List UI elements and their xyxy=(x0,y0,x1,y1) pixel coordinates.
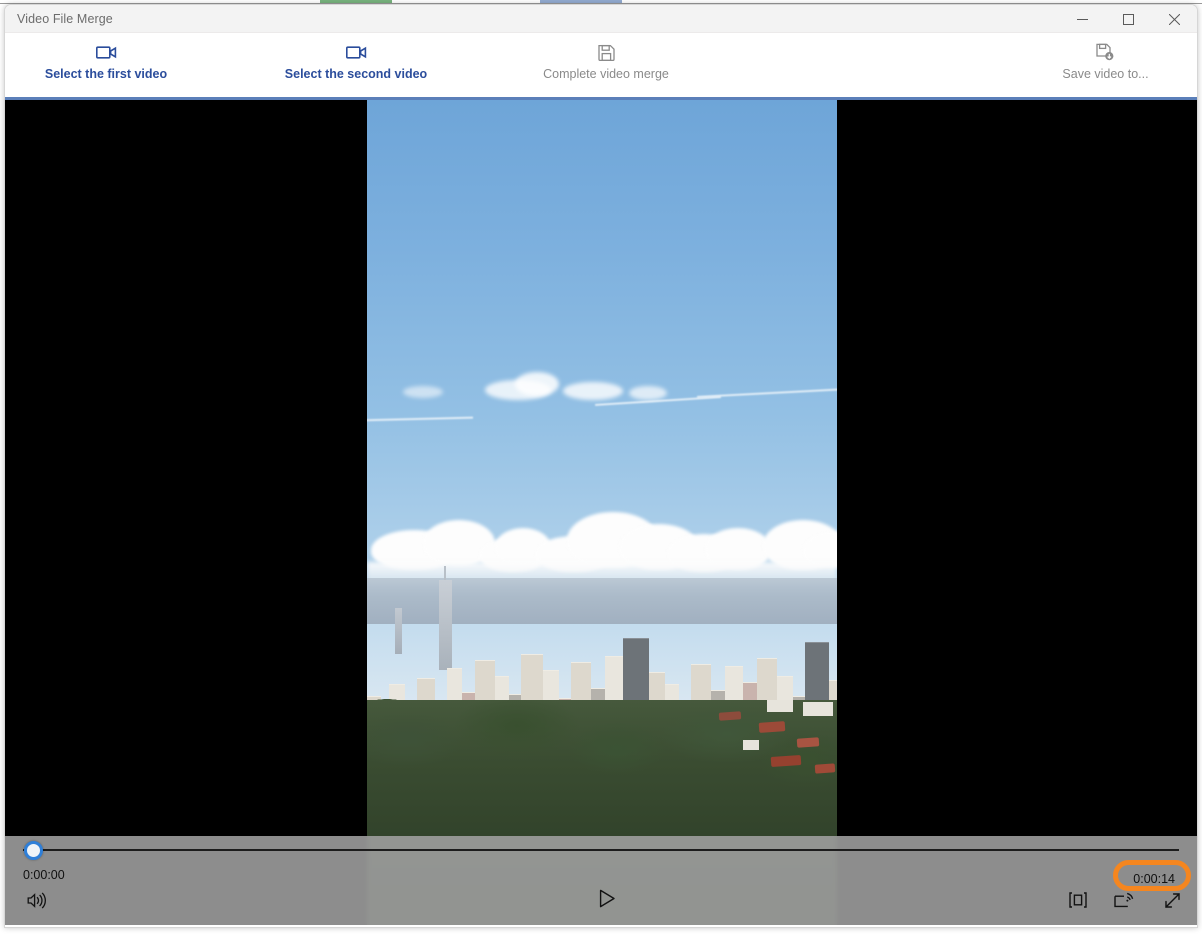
select-first-video-button[interactable]: Select the first video xyxy=(29,39,183,83)
minimize-button[interactable] xyxy=(1059,5,1105,33)
video-camera-icon xyxy=(95,41,117,63)
seek-track[interactable] xyxy=(23,849,1179,851)
cloud xyxy=(403,386,443,398)
suburb-building xyxy=(743,740,759,750)
maximize-button[interactable] xyxy=(1105,5,1151,33)
video-player[interactable]: 0:00:00 0:00:14 xyxy=(5,100,1197,925)
red-roof xyxy=(770,754,802,768)
red-roof xyxy=(814,763,836,774)
red-roof xyxy=(758,721,786,733)
window-controls xyxy=(1059,5,1197,33)
select-second-video-label: Select the second video xyxy=(284,67,428,81)
cloud xyxy=(563,382,623,400)
play-button[interactable] xyxy=(590,881,624,915)
close-button[interactable] xyxy=(1151,5,1197,33)
screen: Video File Merge Select the first video … xyxy=(0,0,1202,934)
seek-bar[interactable] xyxy=(5,836,1197,864)
select-second-video-button[interactable]: Select the second video xyxy=(271,39,441,83)
cloud xyxy=(629,386,667,400)
complete-video-merge-label: Complete video merge xyxy=(543,67,669,81)
current-time-label: 0:00:00 xyxy=(23,868,65,882)
cloud xyxy=(515,372,559,396)
video-frame xyxy=(367,100,837,925)
suburb-building xyxy=(767,700,793,712)
suburb-building xyxy=(803,702,833,716)
title-bar[interactable]: Video File Merge xyxy=(5,5,1197,33)
volume-button[interactable] xyxy=(21,885,51,915)
app-window: Video File Merge Select the first video … xyxy=(4,4,1198,928)
toolbar: Select the first video Select the second… xyxy=(5,33,1197,100)
save-video-to-button[interactable]: Save video to... xyxy=(1033,39,1178,83)
select-first-video-label: Select the first video xyxy=(44,67,168,81)
fit-to-window-icon[interactable] xyxy=(1063,885,1093,915)
red-roof xyxy=(718,711,742,721)
total-time-label: 0:00:14 xyxy=(1133,872,1175,886)
complete-video-merge-button[interactable]: Complete video merge xyxy=(525,39,687,83)
player-controls: 0:00:00 0:00:14 xyxy=(5,836,1197,925)
save-disk-icon xyxy=(597,41,615,63)
red-roof xyxy=(796,737,820,748)
save-video-to-label: Save video to... xyxy=(1062,67,1149,81)
seek-thumb[interactable] xyxy=(24,841,43,860)
video-camera-icon xyxy=(345,41,367,63)
window-title: Video File Merge xyxy=(17,11,113,26)
fullscreen-icon[interactable] xyxy=(1157,885,1187,915)
cast-to-device-icon[interactable] xyxy=(1109,885,1139,915)
save-as-icon xyxy=(1096,41,1115,63)
